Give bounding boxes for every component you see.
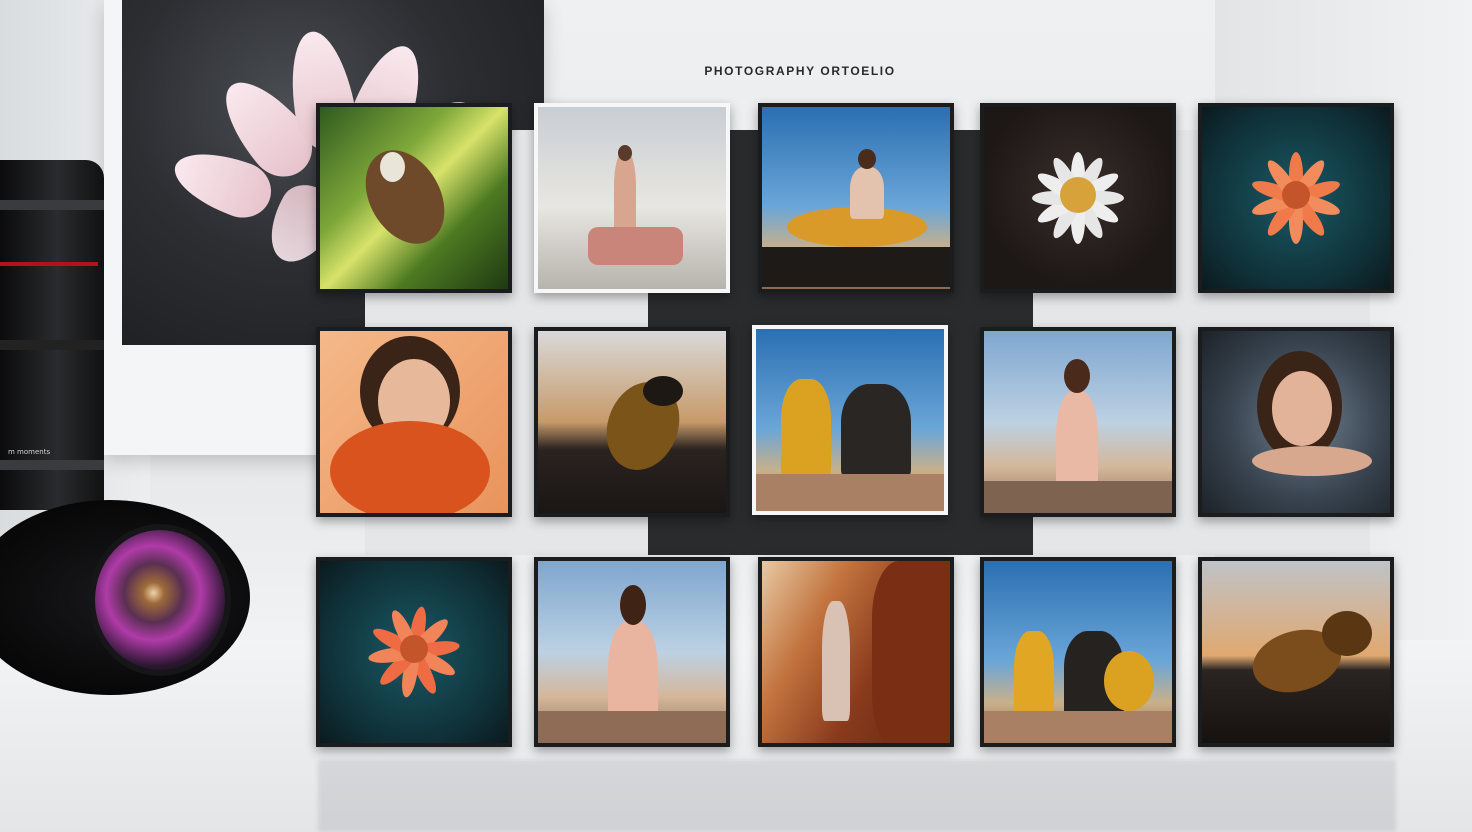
sculpture-photo-icon xyxy=(1202,561,1390,743)
gallery-photo-4[interactable] xyxy=(980,103,1176,293)
portrait-photo-icon xyxy=(756,329,944,511)
portrait-photo-icon xyxy=(762,107,950,289)
portrait-photo-icon xyxy=(538,561,726,743)
portrait-photo-icon xyxy=(984,561,1172,743)
portrait-photo-icon xyxy=(1202,331,1390,513)
flower-photo-icon xyxy=(1202,107,1390,289)
gallery-photo-10[interactable] xyxy=(1198,327,1394,517)
gallery-photo-14[interactable] xyxy=(980,557,1176,747)
sculpture-photo-icon xyxy=(538,331,726,513)
gallery-photo-5[interactable] xyxy=(1198,103,1394,293)
gallery-photo-8[interactable] xyxy=(752,325,948,515)
gallery-photo-13[interactable] xyxy=(758,557,954,747)
portrait-photo-icon xyxy=(984,331,1172,513)
gallery-photo-6[interactable] xyxy=(316,327,512,517)
portrait-photo-icon xyxy=(762,561,950,743)
gallery-photo-11[interactable] xyxy=(316,557,512,747)
table-reflection xyxy=(318,760,1396,832)
flower-photo-icon xyxy=(320,561,508,743)
camera-red-ring xyxy=(0,262,98,266)
gallery-photo-7[interactable] xyxy=(534,327,730,517)
flower-photo-icon xyxy=(984,107,1172,289)
portrait-photo-icon xyxy=(538,107,726,289)
gallery-photo-12[interactable] xyxy=(534,557,730,747)
camera-body: m moments xyxy=(0,160,104,510)
gallery-photo-9[interactable] xyxy=(980,327,1176,517)
camera-marking-small: m moments xyxy=(8,448,51,456)
insect-photo-icon xyxy=(320,107,508,289)
gallery-photo-1[interactable] xyxy=(316,103,512,293)
page-title: PHOTOGRAPHY ORTOELIO xyxy=(704,64,896,78)
gallery-photo-15[interactable] xyxy=(1198,557,1394,747)
gallery-photo-2[interactable] xyxy=(534,103,730,293)
portrait-photo-icon xyxy=(320,331,508,513)
lens-glass-icon xyxy=(95,530,225,670)
gallery-photo-3[interactable] xyxy=(758,103,954,293)
